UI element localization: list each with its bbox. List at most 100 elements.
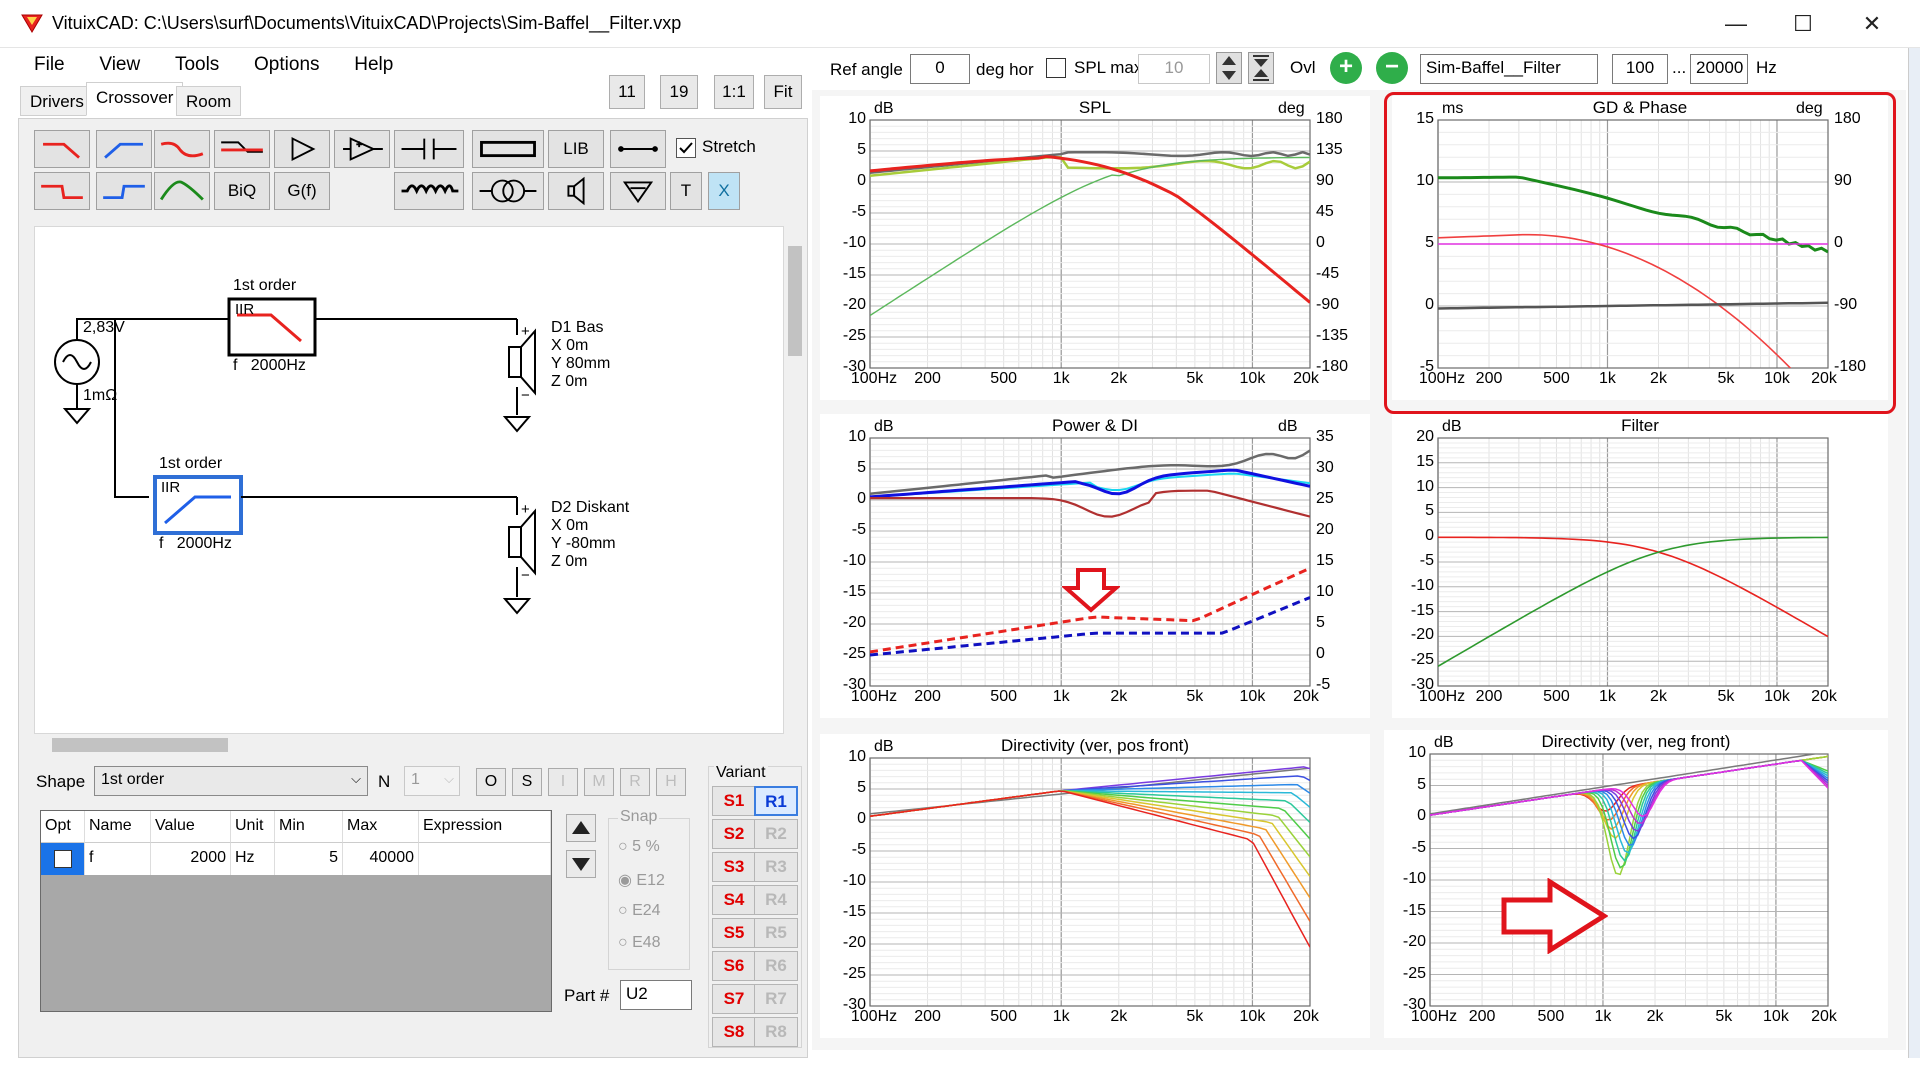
remove-overlay-button[interactable]: −	[1376, 52, 1408, 84]
spl-max-input[interactable]: 10	[1138, 54, 1210, 84]
buffer-button[interactable]	[274, 130, 330, 168]
highpass-2-button[interactable]	[96, 172, 152, 210]
variant-s2-button[interactable]: S2	[712, 819, 756, 849]
variant-r2-button[interactable]: R2	[754, 819, 798, 849]
freq-max-input[interactable]: 20000	[1690, 54, 1748, 84]
variant-s7-button[interactable]: S7	[712, 984, 756, 1014]
tab-room[interactable]: Room	[176, 86, 242, 116]
spl-graph[interactable]: SPL dB deg 10 5 0 -5 -10 -15 -20 -25 -30 180 135 90 45 0…	[820, 96, 1370, 400]
menu-file[interactable]: File	[14, 48, 75, 76]
shape-m-button[interactable]: M	[584, 768, 614, 796]
speaker-button[interactable]	[548, 172, 604, 210]
expression-cell[interactable]	[419, 843, 551, 875]
schematic-canvas[interactable]: 2,83V 1mΩ 1st order IIR f 2000Hz 1st ord…	[34, 226, 784, 734]
transformer-button[interactable]	[472, 172, 544, 210]
spl-max-checkbox[interactable]	[1046, 58, 1066, 78]
name-cell[interactable]: f	[85, 843, 151, 875]
zoom-fit-button[interactable]: Fit	[764, 75, 802, 109]
move-down-button[interactable]	[566, 850, 596, 878]
variant-r7-button[interactable]: R7	[754, 984, 798, 1014]
vertical-scroll-thumb[interactable]	[788, 246, 802, 356]
snap-e12-radio[interactable]: ◉ E12	[618, 870, 665, 890]
overlay-name-input[interactable]: Sim-Baffel__Filter	[1420, 54, 1598, 84]
opt-checkbox[interactable]	[53, 850, 72, 868]
variant-r3-button[interactable]: R3	[754, 852, 798, 882]
x-tick-label: 1k	[1599, 688, 1616, 705]
shelf-button[interactable]	[214, 130, 270, 168]
min-cell[interactable]: 5	[275, 843, 343, 875]
ref-angle-input[interactable]: 0	[910, 54, 970, 84]
move-up-button[interactable]	[566, 814, 596, 842]
shape-i-button[interactable]: I	[548, 768, 578, 796]
minimize-button[interactable]: —	[1704, 4, 1768, 44]
highpass-1-button[interactable]	[96, 130, 152, 168]
variant-s5-button[interactable]: S5	[712, 918, 756, 948]
wire-button[interactable]	[610, 130, 666, 168]
tab-crossover[interactable]: Crossover	[86, 82, 184, 116]
snap-5pct-radio[interactable]: ○ 5 %	[618, 838, 660, 856]
vertical-scrollbar[interactable]	[786, 226, 804, 734]
variant-s3-button[interactable]: S3	[712, 852, 756, 882]
max-cell[interactable]: 40000	[343, 843, 419, 875]
zoom-11-button[interactable]: 11	[609, 75, 645, 109]
snap-e24-radio[interactable]: ○ E24	[618, 902, 661, 920]
dir-pos-graph[interactable]: Directivity (ver, pos front) dB 10 5 0 -5 -10-…	[820, 734, 1370, 1038]
tab-drivers[interactable]: Drivers	[20, 86, 94, 116]
variant-r5-button[interactable]: R5	[754, 918, 798, 948]
variant-s1-button[interactable]: S1	[712, 786, 756, 816]
driver2-name: D2 Diskant	[551, 499, 630, 516]
stretch-checkbox[interactable]	[676, 138, 696, 158]
shape-h-button[interactable]: H	[656, 768, 686, 796]
text-button[interactable]: T	[670, 172, 702, 210]
opt-cell[interactable]	[41, 843, 85, 875]
lowpass-1-button[interactable]	[34, 130, 90, 168]
horizontal-scrollbar[interactable]	[34, 736, 784, 754]
menu-help[interactable]: Help	[334, 48, 403, 76]
transfer-function-button[interactable]: G(f)	[274, 172, 330, 210]
driver1-label[interactable]: D1 Bas X 0m Y 80mm Z 0m	[551, 319, 610, 391]
snap-e48-radio[interactable]: ○ E48	[618, 934, 661, 952]
variant-s8-button[interactable]: S8	[712, 1017, 756, 1047]
bandpass-button[interactable]	[154, 172, 210, 210]
maximize-button[interactable]: ☐	[1771, 4, 1835, 44]
shape-r-button[interactable]: R	[620, 768, 650, 796]
value-cell[interactable]: 2000	[151, 843, 231, 875]
horizontal-scroll-thumb[interactable]	[52, 738, 228, 752]
resistor-button[interactable]	[472, 130, 544, 168]
shape-o-button[interactable]: O	[476, 768, 506, 796]
variant-r6-button[interactable]: R6	[754, 951, 798, 981]
filter-graph[interactable]: Filter dB 20 15 10 5 0 -5 -10 -15 -20 -25 -30 100Hz 20…	[1392, 414, 1888, 718]
delete-button[interactable]: X	[708, 172, 740, 210]
variant-s4-button[interactable]: S4	[712, 885, 756, 915]
add-overlay-button[interactable]: +	[1330, 52, 1362, 84]
menu-options[interactable]: Options	[234, 48, 329, 76]
variant-s6-button[interactable]: S6	[712, 951, 756, 981]
power-graph[interactable]: Power & DI dB dB 10 5 0 -5 -10 -15 -20 -25 -30 35 30 2…	[820, 414, 1370, 718]
biquad-button[interactable]: BiQ	[214, 172, 270, 210]
inductor-button[interactable]	[394, 172, 464, 210]
variant-r1-button[interactable]: R1	[754, 786, 798, 816]
n-select[interactable]: 1 ⌵	[404, 766, 460, 796]
range-spinner[interactable]	[1248, 52, 1274, 84]
lowpass-2-button[interactable]	[34, 172, 90, 210]
variant-r4-button[interactable]: R4	[754, 885, 798, 915]
capacitor-button[interactable]	[394, 130, 464, 168]
dir-neg-graph[interactable]: Directivity (ver, neg front) dB 10 5 0 -5 -10-…	[1384, 730, 1888, 1038]
menu-tools[interactable]: Tools	[155, 48, 229, 76]
driver2-label[interactable]: D2 Diskant X 0m Y -80mm Z 0m	[551, 499, 629, 571]
shape-s-button[interactable]: S	[512, 768, 542, 796]
notch-button[interactable]	[154, 130, 210, 168]
freq-min-input[interactable]: 100	[1612, 54, 1668, 84]
library-button[interactable]: LIB	[548, 130, 604, 168]
part-input[interactable]: U2	[620, 980, 692, 1010]
parameter-table[interactable]: Opt Name Value Unit Min Max Expression f…	[40, 810, 552, 1012]
ground-button[interactable]	[610, 172, 666, 210]
opamp-button[interactable]	[334, 130, 390, 168]
zoom-1to1-button[interactable]: 1:1	[714, 75, 754, 109]
shape-select[interactable]: 1st order ⌵	[94, 766, 368, 796]
spl-max-spinner[interactable]	[1216, 52, 1242, 84]
zoom-19-button[interactable]: 19	[660, 75, 698, 109]
variant-r8-button[interactable]: R8	[754, 1017, 798, 1047]
close-button[interactable]: ✕	[1840, 4, 1904, 44]
menu-view[interactable]: View	[79, 48, 150, 76]
